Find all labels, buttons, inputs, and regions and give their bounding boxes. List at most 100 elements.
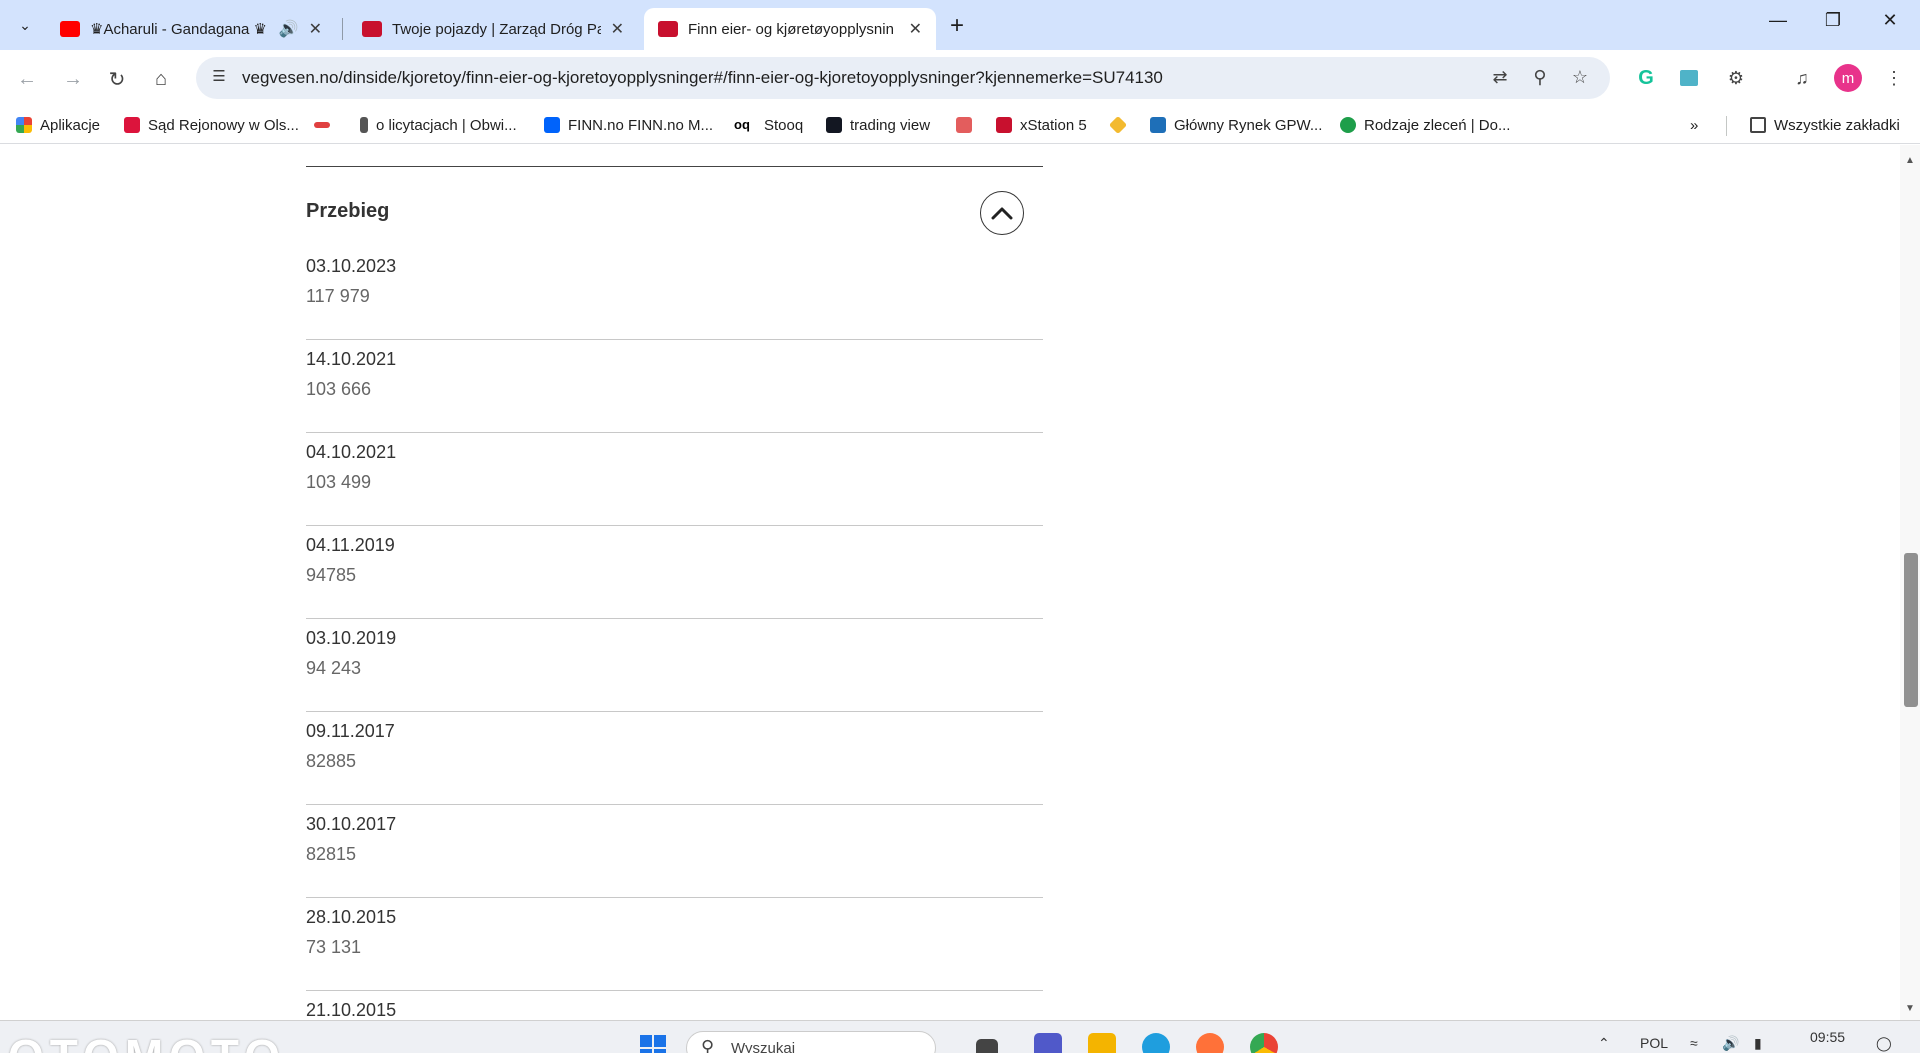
tab-title: ♛Acharuli - Gandagana ♛ <box>90 21 267 38</box>
tab-youtube[interactable]: ♛Acharuli - Gandagana ♛ 🔊 ✕ <box>46 8 336 50</box>
taskbar-search[interactable]: ⚲ Wyszukaj <box>686 1031 936 1053</box>
mileage-record: 21.10.2015 <box>306 991 1043 1020</box>
start-button[interactable] <box>640 1035 668 1053</box>
record-mileage: 94 243 <box>306 658 362 678</box>
bookmark-label: FINN.no FINN.no M... <box>568 116 714 134</box>
double-chevron-right-icon: » <box>1690 116 1699 134</box>
bookmark-item[interactable]: xStation 5 <box>996 115 1087 135</box>
bookmark-item[interactable] <box>956 115 980 135</box>
record-date: 03.10.2019 <box>306 628 397 648</box>
bookmark-item[interactable] <box>314 115 338 135</box>
speaker-icon[interactable]: 🔊 <box>279 19 299 39</box>
close-icon[interactable]: ✕ <box>309 19 322 39</box>
close-icon[interactable]: ✕ <box>611 19 624 39</box>
new-tab-button[interactable]: + <box>950 12 964 40</box>
car-icon <box>314 122 330 128</box>
bookmark-label: Sąd Rejonowy w Ols... <box>148 116 299 134</box>
bookmark-item[interactable]: Rodzaje zleceń | Do... <box>1340 115 1510 135</box>
record-date: 04.11.2019 <box>306 535 395 555</box>
edge-icon[interactable] <box>1142 1033 1170 1053</box>
scrollbar-thumb[interactable] <box>1904 553 1918 707</box>
chrome-icon[interactable] <box>1250 1033 1278 1053</box>
record-date: 30.10.2017 <box>306 814 397 834</box>
scroll-down-icon[interactable]: ▼ <box>1900 1003 1920 1014</box>
reload-button[interactable]: ↻ <box>102 64 132 94</box>
forward-button[interactable]: → <box>58 64 88 94</box>
clock[interactable]: 09:55 <box>1810 1029 1845 1045</box>
tab-separator <box>342 18 343 40</box>
file-explorer-icon[interactable] <box>1088 1033 1116 1053</box>
bookmark-item[interactable]: Aplikacje <box>16 115 100 135</box>
bookmark-item[interactable]: trading view <box>826 115 930 135</box>
xtb-icon <box>996 117 1012 133</box>
url-text[interactable]: vegvesen.no/dinside/kjoretoy/finn-eier-o… <box>242 68 1163 88</box>
record-date: 04.10.2021 <box>306 442 397 462</box>
close-icon[interactable]: ✕ <box>909 19 922 39</box>
site-settings-icon[interactable]: ☰ <box>208 67 230 89</box>
notifications-icon[interactable]: ◯ <box>1876 1035 1892 1052</box>
minimize-button[interactable]: — <box>1758 10 1798 31</box>
translate-icon[interactable]: ⇄ <box>1488 67 1512 88</box>
record-mileage: 73 131 <box>306 937 362 957</box>
address-bar[interactable]: ☰ vegvesen.no/dinside/kjoretoy/finn-eier… <box>196 57 1610 99</box>
task-view-icon[interactable] <box>976 1039 998 1053</box>
language-indicator[interactable]: POL <box>1640 1035 1668 1051</box>
battery-icon[interactable]: ▮ <box>1754 1035 1762 1052</box>
mileage-record: 03.10.2023 117 979 <box>306 247 1043 340</box>
firefox-icon[interactable] <box>1196 1033 1224 1053</box>
search-icon: ⚲ <box>701 1037 715 1053</box>
record-mileage: 94785 <box>306 565 357 585</box>
menu-kebab-icon[interactable]: ⋮ <box>1880 64 1908 92</box>
record-date: 21.10.2015 <box>306 1000 397 1020</box>
mileage-record: 14.10.2021 103 666 <box>306 340 1043 433</box>
tradingview-icon <box>826 117 842 133</box>
mileage-record: 04.10.2021 103 499 <box>306 433 1043 526</box>
chevron-up-icon <box>991 207 1013 220</box>
binance-icon <box>1108 115 1128 135</box>
taskbar: OTOMOTO ⚲ Wyszukaj ⌃ POL ≈ 🔊 ▮ 09:55 ◯ <box>0 1020 1920 1053</box>
minimize-icon: — <box>1769 10 1787 30</box>
extensions-puzzle-icon[interactable]: ⚙ <box>1722 64 1750 92</box>
folder-icon <box>1750 117 1766 133</box>
tab-vegvesen[interactable]: Finn eier- og kjøretøyopplysnin ✕ <box>644 8 936 50</box>
chevron-down-icon: ⌄ <box>19 16 31 33</box>
teams-icon[interactable] <box>1034 1033 1062 1053</box>
back-button[interactable]: ← <box>12 64 42 94</box>
avatar[interactable]: m <box>1834 64 1862 92</box>
restore-button[interactable]: ❐ <box>1813 10 1853 31</box>
wifi-icon[interactable]: ≈ <box>1690 1035 1698 1051</box>
bookmark-item[interactable]: Główny Rynek GPW... <box>1150 115 1322 135</box>
extension-icon[interactable] <box>1675 64 1703 92</box>
tab-zdp[interactable]: Twoje pojazdy | Zarząd Dróg Pa ✕ <box>348 8 638 50</box>
bookmarks-overflow-button[interactable]: » <box>1690 115 1698 135</box>
record-mileage: 103 666 <box>306 379 372 399</box>
page-content: Przebieg 03.10.2023 117 979 14.10.2021 1… <box>0 145 1900 1020</box>
scroll-up-icon[interactable]: ▲ <box>1900 155 1920 166</box>
tab-search-button[interactable]: ⌄ <box>10 10 40 40</box>
crest-icon <box>956 117 972 133</box>
bookmark-star-icon[interactable]: ☆ <box>1568 67 1592 88</box>
gpw-icon <box>1150 117 1166 133</box>
stooq-icon: oq <box>734 117 756 133</box>
record-mileage: 82885 <box>306 751 357 771</box>
volume-icon[interactable]: 🔊 <box>1722 1035 1739 1052</box>
close-window-button[interactable]: ✕ <box>1870 10 1910 31</box>
bookmark-item[interactable]: o licytacjach | Obwi... <box>360 115 517 135</box>
close-icon: ✕ <box>1882 10 1898 30</box>
crest-icon <box>362 21 382 37</box>
bookmark-item[interactable] <box>1108 115 1134 135</box>
all-bookmarks-button[interactable]: Wszystkie zakładki <box>1750 115 1900 135</box>
home-button[interactable]: ⌂ <box>146 64 176 94</box>
collapse-button[interactable] <box>980 191 1024 235</box>
leaf-icon <box>1340 117 1356 133</box>
bookmark-item[interactable]: Sąd Rejonowy w Ols... <box>124 115 299 135</box>
bookmark-item[interactable]: oq Stooq <box>734 115 803 135</box>
mileage-record: 28.10.2015 73 131 <box>306 898 1043 991</box>
zoom-icon[interactable]: ⚲ <box>1528 67 1552 88</box>
grammarly-icon[interactable]: G <box>1632 64 1660 92</box>
tray-overflow-icon[interactable]: ⌃ <box>1598 1035 1610 1052</box>
bookmark-item[interactable]: FINN.no FINN.no M... <box>544 115 713 135</box>
media-control-icon[interactable]: ♫ <box>1788 64 1816 92</box>
page-scrollbar[interactable]: ▲ ▼ <box>1900 145 1920 1020</box>
bookmark-label: Stooq <box>764 116 804 134</box>
